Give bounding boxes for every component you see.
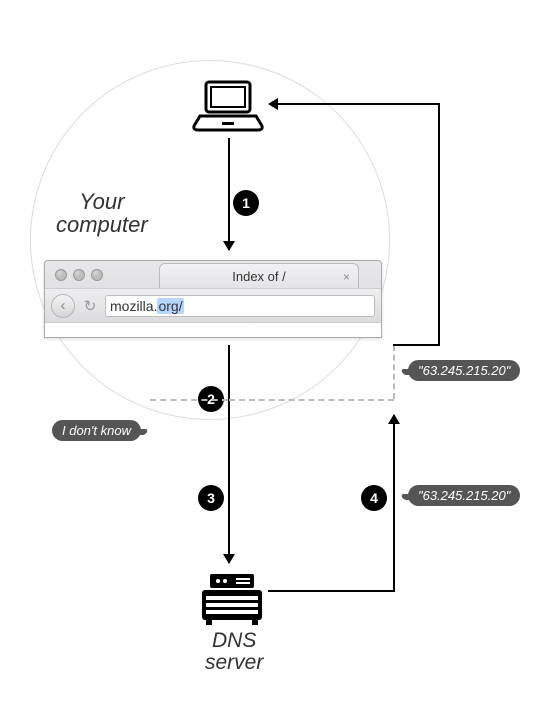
browser-toolbar: ‹ ↻ mozilla.org/ xyxy=(45,288,381,322)
step-badge-3: 3 xyxy=(198,485,224,511)
computer-label-line1: Yourcomputer xyxy=(56,189,148,237)
url-domain: mozilla. xyxy=(110,298,157,314)
server-icon xyxy=(200,572,264,626)
back-icon[interactable]: ‹ xyxy=(51,294,75,318)
dns-server-label: DNSserver xyxy=(205,630,263,674)
close-icon[interactable]: × xyxy=(343,270,350,284)
window-close-icon[interactable] xyxy=(55,269,67,281)
arrow-return-vert xyxy=(438,103,440,346)
window-minimize-icon[interactable] xyxy=(73,269,85,281)
step-4-text: 4 xyxy=(370,490,378,506)
address-bar[interactable]: mozilla.org/ xyxy=(105,295,375,317)
arrow-return-top xyxy=(278,103,440,105)
laptop-icon xyxy=(192,80,264,132)
step-badge-1: 1 xyxy=(233,190,259,216)
step-1-text: 1 xyxy=(242,195,250,211)
url-tld: org/ xyxy=(157,298,183,314)
computer-label: Yourcomputer xyxy=(56,190,148,236)
dns-label-text: DNSserver xyxy=(205,629,263,674)
arrow-step-4-base xyxy=(268,590,395,592)
browser-content xyxy=(45,322,381,338)
arrow-step-2-3 xyxy=(228,345,230,563)
dash-step-2-right xyxy=(229,399,394,401)
dash-step-2 xyxy=(150,399,228,401)
bubble-ip2-text: "63.245.215.20" xyxy=(418,488,510,503)
bubble-idk-text: I don't know xyxy=(62,423,131,438)
browser-tab[interactable]: Index of / × xyxy=(159,263,359,289)
arrow-step-4 xyxy=(393,415,395,590)
tab-title: Index of / xyxy=(232,269,285,284)
browser-window: Index of / × ‹ ↻ mozilla.org/ xyxy=(44,260,382,338)
arrow-return-head xyxy=(268,98,278,110)
arrow-return-bottom xyxy=(393,344,440,346)
reload-icon[interactable]: ↻ xyxy=(81,297,99,315)
step-3-text: 3 xyxy=(207,490,215,506)
bubble-idontknow: I don't know xyxy=(52,420,141,441)
arrow-step-1 xyxy=(228,138,230,250)
window-traffic-lights xyxy=(55,269,103,281)
step-badge-4: 4 xyxy=(361,485,387,511)
bubble-ip1-text: "63.245.215.20" xyxy=(418,363,510,378)
bubble-ip-1: "63.245.215.20" xyxy=(408,360,520,381)
dash-step-2-up xyxy=(393,345,395,399)
bubble-ip-2: "63.245.215.20" xyxy=(408,485,520,506)
window-zoom-icon[interactable] xyxy=(91,269,103,281)
